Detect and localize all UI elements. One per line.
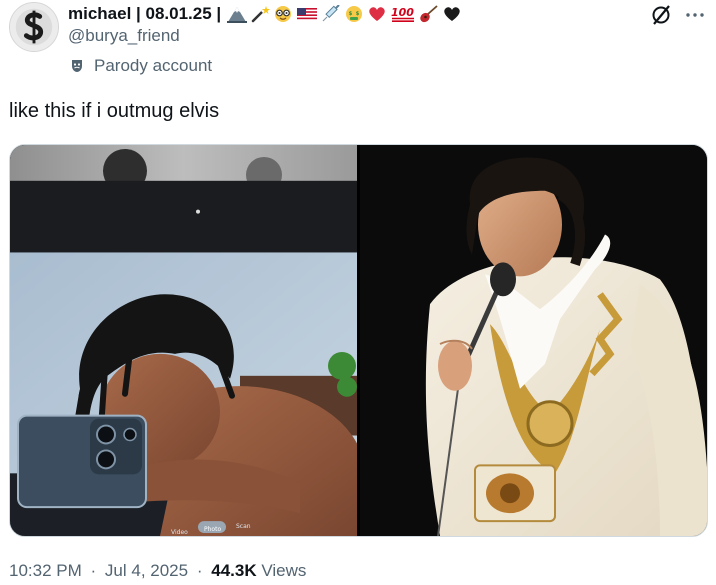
media-photo-selfie[interactable]: Video Photo Scan: [10, 145, 357, 536]
author-display-name[interactable]: michael | 08.01.25 |: [68, 4, 221, 24]
tweet-text: like this if i outmug elvis: [9, 100, 220, 122]
name-emoji-strip: $ $ 100: [227, 5, 465, 23]
media-photo-elvis[interactable]: [360, 145, 707, 536]
red-heart-emoji-icon: [369, 7, 385, 21]
svg-text:$: $: [356, 11, 360, 17]
parody-account-badge: Parody account: [70, 56, 212, 76]
theater-masks-icon: [72, 60, 82, 72]
selfie-photo-image: [10, 145, 357, 536]
svg-text:100: 100: [391, 6, 414, 19]
camera-mode-video: Video: [171, 529, 188, 536]
grok-button[interactable]: [648, 2, 674, 28]
parody-account-label: Parody account: [94, 56, 213, 75]
syringe-emoji-icon: [322, 5, 340, 22]
elvis-photo-image: [360, 145, 707, 536]
author-avatar[interactable]: [9, 2, 59, 52]
more-icon: [686, 13, 704, 17]
camera-mode-photo: Photo: [204, 526, 222, 533]
mountain-emoji-icon: [227, 7, 248, 23]
us-flag-emoji-icon: [297, 8, 318, 21]
meta-separator-2: ·: [196, 561, 203, 580]
tweet-time[interactable]: 10:32 PM: [9, 561, 82, 580]
black-heart-emoji-icon: [444, 7, 460, 21]
author-name-row[interactable]: michael | 08.01.25 | $ $ 100: [68, 2, 465, 26]
tweet-date[interactable]: Jul 4, 2025: [105, 561, 188, 580]
avatar-image: [10, 3, 58, 51]
views-count: 44.3K: [211, 561, 257, 580]
hundred-points-emoji-icon: 100: [391, 6, 414, 23]
more-options-button[interactable]: [682, 2, 708, 28]
money-mouth-face-emoji-icon: $ $: [346, 6, 363, 22]
tweet-media-grid: Video Photo Scan: [9, 144, 708, 537]
meta-separator: ·: [90, 561, 97, 580]
magic-wand-emoji-icon: [251, 6, 271, 23]
svg-text:$: $: [349, 11, 353, 17]
grok-icon: [652, 5, 670, 25]
camera-mode-scan: Scan: [236, 523, 251, 530]
guitar-emoji-icon: [420, 5, 438, 23]
tweet-meta-row: 10:32 PM · Jul 4, 2025 · 44.3K Views: [9, 561, 306, 581]
author-handle[interactable]: @burya_friend: [68, 26, 180, 46]
nerd-face-emoji-icon: [275, 6, 292, 22]
views-label: Views: [261, 561, 307, 580]
